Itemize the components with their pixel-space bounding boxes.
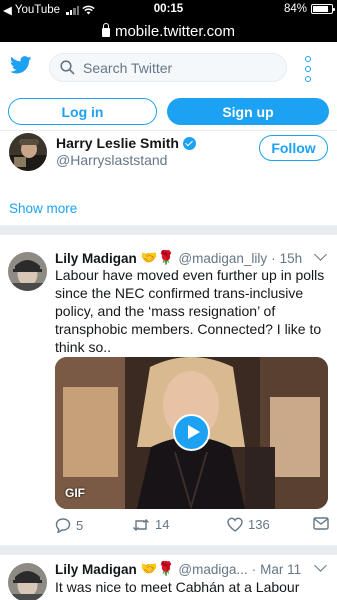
chevron-down-icon[interactable] xyxy=(314,248,327,261)
search-icon xyxy=(60,60,75,75)
tweet[interactable]: Lily Madigan 🤝🌹 @madiga... · Mar 11 It w… xyxy=(0,555,337,600)
tweet-actions: 5 14 136 xyxy=(55,517,330,537)
tweet-text-line: think so.. xyxy=(55,339,112,355)
retweet-count: 14 xyxy=(155,517,170,532)
tweet-time[interactable]: Mar 11 xyxy=(260,562,301,577)
twitter-bird-icon[interactable] xyxy=(10,56,32,74)
separator-dot: · xyxy=(271,250,276,266)
search-box[interactable] xyxy=(49,53,287,82)
tweet-divider xyxy=(0,545,337,555)
separator-dot: · xyxy=(251,561,257,577)
retweet-button[interactable]: 14 xyxy=(132,517,169,532)
chevron-down-icon[interactable] xyxy=(314,559,327,572)
tweet-text: It was nice to meet Cabhán at a Labour e… xyxy=(55,578,329,600)
avatar[interactable] xyxy=(8,563,47,600)
address-bar[interactable]: mobile.twitter.com xyxy=(0,20,337,42)
tweet-text-line: policy, and the ‘mass resignation’ of xyxy=(55,303,276,319)
twitter-header: Log in Sign up xyxy=(0,42,337,131)
tweet-text-line: Labour have moved even further up in pol… xyxy=(55,267,325,283)
tweet-text-line: since the NEC confirmed trans-inclusive xyxy=(55,285,304,301)
tweet-header: Lily Madigan 🤝🌹 @madigan_lily · 15h xyxy=(55,250,302,266)
heart-icon xyxy=(227,517,243,532)
tweet-text: Labour have moved even further up in pol… xyxy=(55,266,329,356)
tweet-author-name[interactable]: Lily Madigan xyxy=(55,562,137,577)
url-text[interactable]: mobile.twitter.com xyxy=(115,23,235,40)
signup-button[interactable]: Sign up xyxy=(167,98,329,125)
account-name-row: Harry Leslie Smith xyxy=(56,135,196,151)
reply-button[interactable]: 5 xyxy=(55,517,83,533)
emoji: 🤝🌹 xyxy=(140,250,175,265)
like-count: 136 xyxy=(248,517,270,532)
account-name[interactable]: Harry Leslie Smith xyxy=(56,135,179,151)
play-button[interactable] xyxy=(173,414,210,451)
tweet-time[interactable]: 15h xyxy=(280,251,303,266)
follow-button[interactable]: Follow xyxy=(259,135,328,161)
battery-percent: 84% xyxy=(283,3,307,15)
status-bar: ◀ YouTube 00:15 84% xyxy=(0,0,337,20)
section-divider xyxy=(0,225,337,235)
gif-media[interactable]: GIF xyxy=(55,357,328,509)
direct-message-button[interactable] xyxy=(313,517,329,530)
search-input[interactable] xyxy=(83,59,273,76)
reply-count: 5 xyxy=(76,517,84,533)
verified-badge-icon xyxy=(182,136,196,150)
emoji: 🤝🌹 xyxy=(140,561,175,576)
show-more-link[interactable]: Show more xyxy=(9,201,77,216)
suggested-account[interactable]: Harry Leslie Smith @Harryslaststand Foll… xyxy=(0,132,337,177)
tweet-author-handle[interactable]: @madigan_lily xyxy=(178,251,267,266)
account-handle: @Harryslaststand xyxy=(56,152,168,168)
retweet-icon xyxy=(133,518,149,531)
envelope-icon xyxy=(313,517,329,530)
gif-badge: GIF xyxy=(65,486,85,500)
battery-icon xyxy=(311,4,335,14)
like-button[interactable]: 136 xyxy=(227,517,270,532)
tweet-text-line: transphobic members. Connected? I like t… xyxy=(55,321,322,337)
more-options-icon[interactable] xyxy=(303,56,313,82)
avatar[interactable] xyxy=(8,252,47,291)
tweet-author-name[interactable]: Lily Madigan xyxy=(55,251,137,266)
reply-icon xyxy=(55,518,71,533)
tweet-author-handle[interactable]: @madiga... xyxy=(178,562,247,577)
login-button[interactable]: Log in xyxy=(8,98,157,125)
lock-icon xyxy=(101,23,110,37)
avatar[interactable] xyxy=(9,133,47,171)
tweet-header: Lily Madigan 🤝🌹 @madiga... · Mar 11 xyxy=(55,561,301,577)
tweet-text-line: It was nice to meet Cabhán at a Labour e… xyxy=(55,579,300,600)
